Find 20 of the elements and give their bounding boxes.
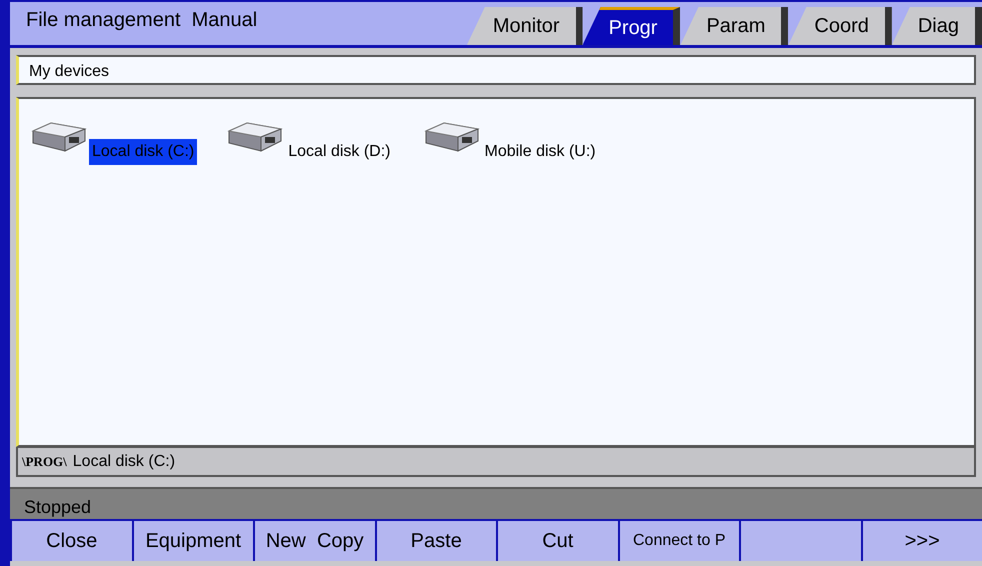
softkey-button[interactable]: Close bbox=[12, 521, 132, 561]
tab[interactable]: Progr bbox=[582, 7, 680, 45]
softkey-button[interactable]: Cut bbox=[498, 521, 618, 561]
window-title: File management Manual bbox=[25, 8, 258, 33]
softkey-button[interactable]: Paste bbox=[376, 521, 496, 561]
disk-item[interactable]: Local disk (D:) bbox=[285, 139, 394, 165]
tab[interactable]: Diag bbox=[892, 7, 982, 45]
softkey-button[interactable]: >>> bbox=[862, 521, 982, 561]
status-bar: Stopped bbox=[10, 487, 982, 519]
address-field[interactable]: My devices bbox=[16, 55, 976, 85]
softkey-button[interactable]: New Copy bbox=[255, 521, 374, 561]
blank-softkey[interactable] bbox=[741, 521, 860, 561]
tab[interactable]: Monitor bbox=[466, 7, 583, 45]
disk-item[interactable]: Mobile disk (U:) bbox=[482, 139, 599, 165]
tab[interactable]: Coord bbox=[788, 7, 892, 45]
path-text: Local disk (C:) bbox=[72, 452, 176, 472]
path-tag: \PROG\ bbox=[22, 452, 67, 472]
tab[interactable]: Param bbox=[680, 7, 788, 45]
softkey-button[interactable]: Connect to P bbox=[620, 521, 739, 561]
softkey-button[interactable]: Equipment bbox=[134, 521, 253, 561]
